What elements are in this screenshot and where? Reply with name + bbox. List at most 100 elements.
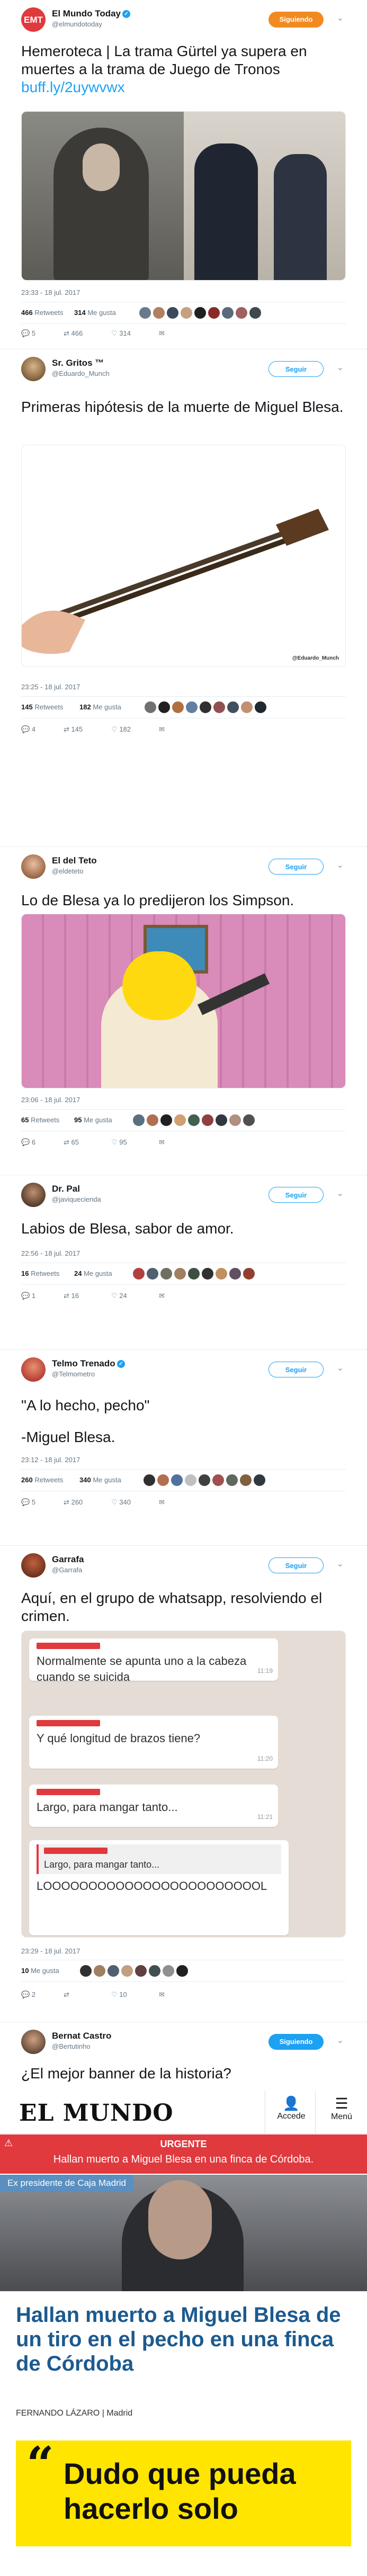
like-button[interactable]: ♡ 182 <box>111 725 131 734</box>
urgent-banner[interactable]: URGENTE Hallan muerto a Miguel Blesa en … <box>0 2134 367 2174</box>
like-button[interactable]: ♡ 340 <box>111 1498 131 1507</box>
chat-bubble: Largo, para mangar tanto... 11:21 <box>29 1785 278 1827</box>
chevron-down-icon[interactable]: ⌄ <box>337 13 344 23</box>
avatar[interactable] <box>21 1183 46 1207</box>
tweet-time[interactable]: 23:33 - 18 jul. 2017 <box>21 289 80 296</box>
like-button[interactable]: ♡ 24 <box>111 1292 127 1300</box>
warning-icon: ⚠ <box>4 2138 13 2148</box>
tweet-time[interactable]: 23:25 - 18 jul. 2017 <box>21 683 80 691</box>
message-button[interactable]: ✉ <box>159 1498 165 1507</box>
tweet-stats: 260 Retweets 340 Me gusta <box>21 1469 346 1491</box>
tweet-time[interactable]: 22:56 - 18 jul. 2017 <box>21 1249 80 1257</box>
tweet-image[interactable] <box>21 914 346 1088</box>
follow-button[interactable]: Seguir <box>268 859 324 875</box>
like-button[interactable]: ♡ 10 <box>111 1990 127 1999</box>
user-name[interactable]: Sr. Gritos ™ <box>52 358 104 368</box>
user-name[interactable]: Bernat Castro <box>52 2031 111 2041</box>
tweet-header: Garrafa @Garrafa Seguir ⌄ <box>21 1553 346 1583</box>
court-photo <box>183 112 345 280</box>
user-handle[interactable]: @Garrafa <box>52 1566 82 1574</box>
verified-icon: ✓ <box>117 1360 125 1368</box>
reply-button[interactable]: 💬 5 <box>21 1498 35 1507</box>
retweet-icon: ⇄ <box>64 1498 69 1506</box>
tweet-text: Hemeroteca | La trama Gürtel ya supera e… <box>21 43 307 95</box>
reply-icon: 💬 <box>21 1292 30 1300</box>
retweet-button[interactable]: ⇄ <box>64 1990 69 1999</box>
chat-bubble: Y qué longitud de brazos tiene? 11:20 <box>29 1716 278 1769</box>
quote-mark-icon: “ <box>26 2436 54 2492</box>
reply-button[interactable]: 💬 4 <box>21 725 35 734</box>
tweet-header: Telmo Trenado ✓ @Telmometro Seguir ⌄ <box>21 1357 346 1387</box>
retweet-button[interactable]: ⇄ 145 <box>64 725 83 734</box>
tweet-garrafa: Garrafa @Garrafa Seguir ⌄ Aquí, en el gr… <box>0 1546 367 2022</box>
photo-caption: Ex presidente de Caja Madrid <box>0 2175 133 2192</box>
envelope-icon: ✉ <box>159 329 165 337</box>
like-button[interactable]: ♡ 95 <box>111 1138 127 1147</box>
reply-button[interactable]: 💬 1 <box>21 1292 35 1300</box>
user-name[interactable]: El del Teto <box>52 855 97 866</box>
elmundo-screenshot: EL MUNDO 👤 Accede ☰ Menú URGENTE Hallan … <box>0 2091 367 2576</box>
avatar[interactable] <box>21 1553 46 1578</box>
chevron-down-icon[interactable]: ⌄ <box>337 362 344 373</box>
follow-button[interactable]: Seguir <box>268 1557 324 1573</box>
article-headline[interactable]: Hallan muerto a Miguel Blesa de un tiro … <box>16 2303 351 2376</box>
chevron-down-icon[interactable]: ⌄ <box>337 1559 344 1569</box>
avatar[interactable]: EMT <box>21 7 46 32</box>
user-handle[interactable]: @elmundotoday <box>52 20 102 28</box>
avatar[interactable] <box>21 2030 46 2054</box>
user-name[interactable]: Telmo Trenado ✓ <box>52 1358 125 1369</box>
message-button[interactable]: ✉ <box>159 1292 165 1300</box>
menu-button[interactable]: ☰ Menú <box>318 2095 365 2122</box>
retweet-button[interactable]: ⇄ 466 <box>64 329 83 338</box>
user-handle[interactable]: @Bertutinho <box>52 2042 90 2050</box>
follow-button[interactable]: Seguir <box>268 361 324 377</box>
tweet-image[interactable] <box>21 111 346 281</box>
retweet-icon: ⇄ <box>64 329 69 337</box>
message-button[interactable]: ✉ <box>159 1138 165 1147</box>
follow-button[interactable]: Seguir <box>268 1362 324 1377</box>
user-handle[interactable]: @javiquecienda <box>52 1195 101 1203</box>
whatsapp-screenshot[interactable]: Normalmente se apunta uno a la cabeza cu… <box>21 1631 346 1938</box>
follow-button[interactable]: Seguir <box>268 1187 324 1203</box>
tweet-link[interactable]: buff.ly/2uywvwx <box>21 79 125 95</box>
following-button[interactable]: Siguiendo <box>268 2034 324 2050</box>
reply-icon: 💬 <box>21 1990 30 1998</box>
redacted-sender <box>37 1643 100 1649</box>
elmundo-logo[interactable]: EL MUNDO <box>19 2100 174 2127</box>
avatar[interactable] <box>21 357 46 381</box>
article-photo[interactable]: Ex presidente de Caja Madrid <box>0 2175 367 2291</box>
tweet-time[interactable]: 23:12 - 18 jul. 2017 <box>21 1456 80 1464</box>
tweet-text: Lo de Blesa ya lo predijeron los Simpson… <box>21 892 294 908</box>
reply-button[interactable]: 💬 5 <box>21 329 35 338</box>
message-button[interactable]: ✉ <box>159 1990 165 1999</box>
reply-icon: 💬 <box>21 725 30 733</box>
tweet-time[interactable]: 23:29 - 18 jul. 2017 <box>21 1947 80 1955</box>
chevron-down-icon[interactable]: ⌄ <box>337 2035 344 2046</box>
user-handle[interactable]: @eldeteto <box>52 867 83 875</box>
article-byline: FERNANDO LÁZARO | Madrid <box>16 2409 133 2418</box>
message-button[interactable]: ✉ <box>159 725 165 734</box>
user-name[interactable]: Dr. Pal <box>52 1184 80 1194</box>
user-name[interactable]: El Mundo Today ✓ <box>52 8 131 19</box>
following-button[interactable]: Siguiendo <box>268 12 324 28</box>
envelope-icon: ✉ <box>159 1498 165 1506</box>
chevron-down-icon[interactable]: ⌄ <box>337 1188 344 1199</box>
retweet-button[interactable]: ⇄ 16 <box>64 1292 79 1300</box>
retweet-button[interactable]: ⇄ 65 <box>64 1138 79 1147</box>
reply-button[interactable]: 💬 2 <box>21 1990 35 1999</box>
message-button[interactable]: ✉ <box>159 329 165 338</box>
avatar[interactable] <box>21 1357 46 1382</box>
accede-button[interactable]: 👤 Accede <box>267 2095 315 2121</box>
reply-button[interactable]: 💬 6 <box>21 1138 35 1147</box>
retweet-button[interactable]: ⇄ 260 <box>64 1498 83 1507</box>
user-handle[interactable]: @Telmometro <box>52 1370 95 1378</box>
tweet-time[interactable]: 23:06 - 18 jul. 2017 <box>21 1096 80 1104</box>
avatar[interactable] <box>21 854 46 879</box>
user-name[interactable]: Garrafa <box>52 1554 84 1565</box>
chevron-down-icon[interactable]: ⌄ <box>337 860 344 870</box>
chevron-down-icon[interactable]: ⌄ <box>337 1363 344 1373</box>
tweet-image[interactable]: @Eduardo_Munch <box>21 445 346 667</box>
user-handle[interactable]: @Eduardo_Munch <box>52 370 110 377</box>
page: EMT El Mundo Today ✓ @elmundotoday Siguie… <box>0 0 367 2576</box>
like-button[interactable]: ♡ 314 <box>111 329 131 338</box>
